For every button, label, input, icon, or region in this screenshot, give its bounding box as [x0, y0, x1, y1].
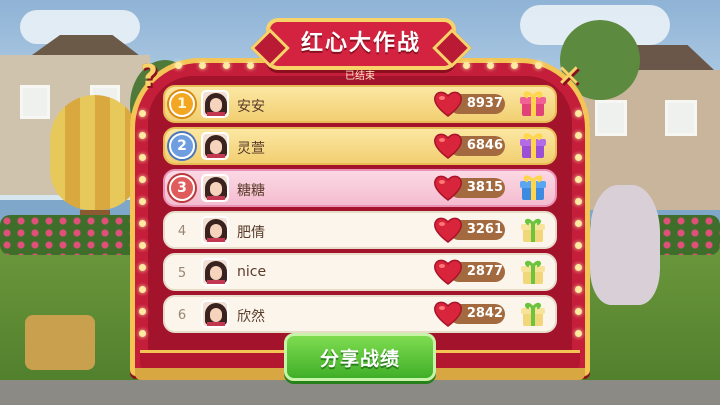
marquee-light	[575, 220, 582, 227]
marquee-light	[175, 62, 182, 69]
marquee-light	[247, 62, 254, 69]
avatar[interactable]	[201, 300, 229, 328]
player-name: 安安	[237, 99, 265, 115]
marquee-light	[487, 62, 494, 69]
marquee-light	[199, 62, 206, 69]
gift-box-icon	[520, 133, 546, 158]
marquee-light	[575, 154, 582, 161]
rank-medal-bronze: 3	[169, 175, 195, 201]
score-value: 2877	[466, 264, 503, 279]
marquee-light	[139, 330, 146, 337]
marquee-light	[575, 110, 582, 117]
marquee-light	[223, 62, 230, 69]
gift-box-icon	[520, 175, 546, 200]
score-value: 8937	[466, 96, 503, 111]
marquee-light	[511, 62, 518, 69]
marquee-light	[139, 110, 146, 117]
gift-box-icon	[520, 91, 546, 116]
gift-box-icon	[521, 302, 545, 326]
flower-pot	[25, 315, 95, 370]
marquee-light	[575, 308, 582, 315]
marquee-light	[575, 132, 582, 139]
marquee-light	[575, 330, 582, 337]
marquee-light	[139, 242, 146, 249]
bunny-statue	[590, 185, 660, 305]
marquee-light	[535, 62, 542, 69]
leaderboard-list[interactable]: 1 安安 8937 2 灵萱 6846 3 糖糖 3815 4 肥倩 3 2 6 1 …	[163, 85, 557, 333]
score-value: 3261	[466, 222, 503, 237]
rank-number: 6	[177, 308, 187, 323]
help-button[interactable]: ?	[132, 60, 166, 94]
rank-medal-silver: 2	[169, 133, 195, 159]
marquee-light	[575, 264, 582, 271]
player-name: 糖糖	[237, 183, 265, 199]
marquee-light	[139, 198, 146, 205]
rank-number: 4	[177, 224, 187, 239]
marquee-light	[575, 176, 582, 183]
marquee-light	[139, 176, 146, 183]
marquee-light	[575, 286, 582, 293]
player-name: 肥倩	[237, 225, 265, 241]
avatar[interactable]	[201, 258, 229, 286]
score-value: 6846	[466, 138, 503, 153]
score-value: 3815	[466, 180, 503, 195]
rank-number: 5	[177, 266, 187, 281]
gift-box-icon	[521, 260, 545, 284]
avatar[interactable]	[201, 132, 229, 160]
marquee-light	[575, 242, 582, 249]
player-name: 欣然	[237, 309, 265, 325]
score-value: 2842	[466, 306, 503, 321]
marquee-light	[139, 308, 146, 315]
player-name: nice	[237, 264, 267, 280]
leaderboard-row: 4 肥倩 3261	[163, 211, 557, 249]
leaderboard-row: 5 nice 2877	[163, 253, 557, 291]
close-button[interactable]: ✕	[552, 60, 586, 94]
path	[0, 380, 720, 405]
leaderboard-row: 2 灵萱 6846	[163, 127, 557, 165]
question-mark-icon: ?	[140, 59, 158, 94]
marquee-light	[139, 286, 146, 293]
marquee-light	[139, 220, 146, 227]
marquee-light	[139, 154, 146, 161]
rank-medal-gold: 1	[169, 91, 195, 117]
game-status: 已结束	[345, 71, 375, 82]
gift-box-icon	[521, 218, 545, 242]
player-name: 灵萱	[237, 141, 265, 157]
leaderboard-row: 1 安安 8937	[163, 85, 557, 123]
leaderboard-row-current-player: 3 糖糖 3815	[163, 169, 557, 207]
dialog-title: 红心大作战	[300, 31, 421, 56]
marquee-light	[463, 62, 470, 69]
avatar[interactable]	[201, 174, 229, 202]
share-results-label: 分享战绩	[319, 348, 400, 370]
hot-air-balloon	[50, 95, 140, 210]
marquee-light	[575, 198, 582, 205]
avatar[interactable]	[201, 216, 229, 244]
avatar[interactable]	[201, 90, 229, 118]
marquee-light	[139, 264, 146, 271]
close-icon: ✕	[556, 59, 582, 94]
marquee-light	[139, 132, 146, 139]
leaderboard-row: 6 欣然 2842	[163, 295, 557, 333]
